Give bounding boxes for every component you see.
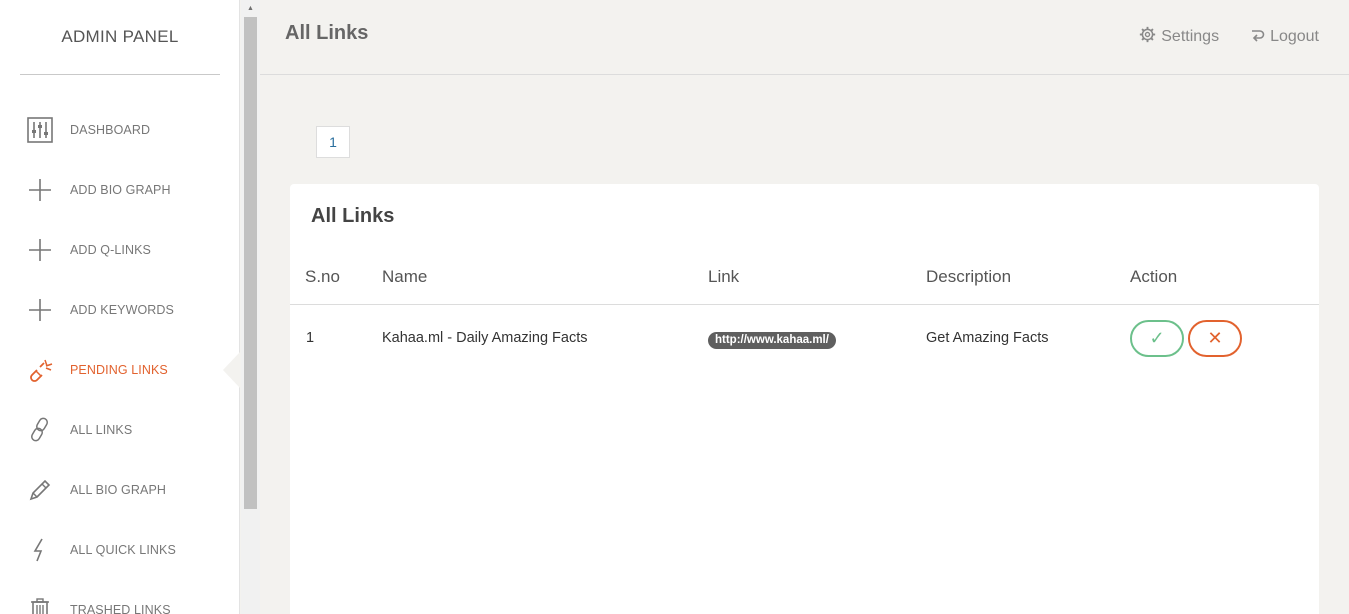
sidebar-item-label: ALL LINKS (70, 423, 133, 437)
topbar: All Links Settings Logout (260, 0, 1349, 75)
scroll-thumb[interactable] (244, 17, 257, 509)
sidebar-item-add-q-links[interactable]: ADD Q-LINKS (0, 220, 240, 280)
reject-button[interactable]: ✕ (1188, 320, 1242, 357)
sidebar-item-label: ADD KEYWORDS (70, 303, 174, 317)
lightning-icon (26, 536, 54, 564)
gear-icon (1139, 26, 1156, 48)
sidebar-item-label: TRASHED LINKS (70, 603, 171, 614)
column-header-name: Name (382, 267, 428, 286)
broken-link-icon (26, 356, 54, 384)
column-header-action: Action (1130, 267, 1178, 286)
plus-icon (26, 296, 54, 324)
sidebar-nav: DASHBOARD ADD BIO GRAPH ADD Q-LINKS ADD … (0, 100, 240, 614)
cell-description: Get Amazing Facts (926, 330, 1049, 346)
sidebar-item-label: ADD Q-LINKS (70, 243, 151, 257)
column-header-link: Link (708, 267, 740, 286)
sidebar-item-label: DASHBOARD (70, 123, 151, 137)
approve-button[interactable]: ✓ (1130, 320, 1184, 357)
logout-label: Logout (1270, 28, 1319, 45)
logout-icon (1249, 27, 1265, 48)
sidebar-item-add-keywords[interactable]: ADD KEYWORDS (0, 280, 240, 340)
sidebar-item-all-quick-links[interactable]: ALL QUICK LINKS (0, 520, 240, 580)
top-actions: Settings Logout (1139, 26, 1319, 48)
pencil-icon (26, 476, 54, 504)
pagination-page-button[interactable]: 1 (316, 126, 350, 158)
check-icon: ✓ (1149, 328, 1165, 348)
sidebar-scrollbar[interactable]: ▲ (241, 0, 260, 614)
cell-name: Kahaa.ml - Daily Amazing Facts (382, 330, 588, 346)
card-title: All Links (311, 205, 395, 227)
column-header-description: Description (926, 267, 1012, 286)
brand-title: ADMIN PANEL (20, 0, 220, 75)
sidebar-item-label: PENDING LINKS (70, 363, 168, 377)
sidebar-item-all-links[interactable]: ALL LINKS (0, 400, 240, 460)
sidebar-item-label: ALL QUICK LINKS (70, 543, 176, 557)
table-row: 1 Kahaa.ml - Daily Amazing Facts http://… (290, 305, 1319, 373)
settings-link[interactable]: Settings (1139, 26, 1219, 48)
link-icon (26, 416, 54, 444)
sidebar-item-trashed-links[interactable]: TRASHED LINKS (0, 580, 240, 614)
sidebar-item-pending-links[interactable]: PENDING LINKS (0, 340, 240, 400)
page-title: All Links (285, 22, 369, 44)
scroll-up-icon[interactable]: ▲ (241, 0, 260, 17)
sidebar-item-all-bio-graph[interactable]: ALL BIO GRAPH (0, 460, 240, 520)
sliders-icon (26, 116, 54, 144)
sidebar-item-label: ALL BIO GRAPH (70, 483, 167, 497)
plus-icon (26, 236, 54, 264)
sidebar-item-dashboard[interactable]: DASHBOARD (0, 100, 240, 160)
trash-icon (26, 596, 54, 614)
cell-sno: 1 (306, 330, 315, 346)
sidebar: ADMIN PANEL DASHBOARD ADD BIO GRAPH ADD … (0, 0, 240, 614)
plus-icon (26, 176, 54, 204)
settings-label: Settings (1161, 28, 1220, 45)
links-card: All Links S.no Name Link Description Act… (290, 184, 1319, 614)
close-icon: ✕ (1207, 328, 1223, 348)
table-header: S.no Name Link Description Action (290, 256, 1319, 305)
sidebar-item-label: ADD BIO GRAPH (70, 183, 171, 197)
column-header-sno: S.no (305, 267, 340, 286)
sidebar-item-add-bio-graph[interactable]: ADD BIO GRAPH (0, 160, 240, 220)
cell-link-pill[interactable]: http://www.kahaa.ml/ (708, 332, 836, 349)
logout-link[interactable]: Logout (1249, 27, 1319, 48)
